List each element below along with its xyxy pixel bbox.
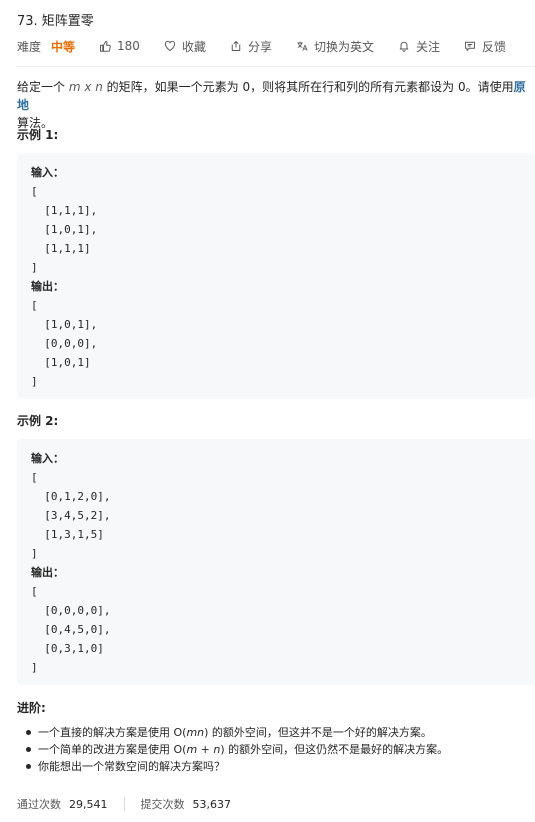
problem-meta-bar: 难度 中等 180 收藏 分享 切换为英文 关注 反馈 bbox=[17, 38, 535, 54]
advanced-list: 一个直接的解决方案是使用 O(mn) 的额外空间，但这并不是一个好的解决方案。 … bbox=[25, 724, 449, 775]
problem-page: 73. 矩阵置零 难度 中等 180 收藏 分享 切换为英文 关注 反馈 给定一… bbox=[0, 0, 535, 822]
list-item: 你能想出一个常数空间的解决方案吗？ bbox=[25, 758, 448, 775]
submitted-label: 提交次数 bbox=[140, 798, 185, 811]
problem-description: 给定一个 m x n 的矩阵，如果一个元素为 0，则将其所在行和列的所有元素都设… bbox=[17, 78, 527, 132]
problem-title: 73. 矩阵置零 bbox=[17, 14, 94, 29]
code-line: ] bbox=[31, 547, 38, 560]
input-label: 输入： bbox=[31, 452, 64, 465]
list-text: + bbox=[197, 743, 214, 756]
code-line: [1,1,1], bbox=[31, 204, 98, 217]
list-text: 一个简单的改进方案是使用 O( bbox=[38, 743, 187, 756]
feedback-label: 反馈 bbox=[482, 39, 507, 54]
accepted-count: 29,541 bbox=[69, 797, 108, 811]
difficulty-badge: 中等 bbox=[51, 39, 76, 54]
example-2-code: 输入： [ [0,1,2,0], [3,4,5,2], [1,3,1,5] ] … bbox=[17, 439, 535, 685]
output-label: 输出： bbox=[31, 566, 64, 579]
code-line: [3,4,5,2], bbox=[31, 509, 111, 522]
list-text: m bbox=[186, 743, 198, 756]
code-line: [0,3,1,0] bbox=[31, 642, 104, 655]
like-count: 180 bbox=[117, 39, 140, 53]
share-icon bbox=[231, 41, 241, 51]
code-line: ] bbox=[31, 261, 38, 274]
description-text: 的矩阵，如果一个元素为 0，则将其所在行和列的所有元素都设为 0。请使用 bbox=[102, 80, 514, 94]
code-line: ] bbox=[31, 661, 38, 674]
accepted-label: 通过次数 bbox=[17, 798, 61, 811]
code-line: [ bbox=[31, 585, 38, 598]
favorite-label: 收藏 bbox=[181, 39, 206, 54]
example-1-heading: 示例 1: bbox=[17, 128, 59, 142]
list-item: 一个直接的解决方案是使用 O(mn) 的额外空间，但这并不是一个好的解决方案。 bbox=[25, 724, 448, 741]
example-1-code: 输入： [ [1,1,1], [1,0,1], [1,1,1] ] 输出： [ … bbox=[17, 153, 535, 399]
code-line: [0,4,5,0], bbox=[31, 623, 111, 636]
code-line: [1,3,1,5] bbox=[31, 528, 104, 541]
input-label: 输入： bbox=[31, 166, 64, 179]
list-text: ) 的额外空间，但这并不是一个好的解决方案。 bbox=[204, 726, 432, 739]
heart-icon bbox=[164, 40, 175, 51]
code-line: [ bbox=[31, 299, 38, 312]
submission-stats: 通过次数 29,541 提交次数 53,637 bbox=[17, 796, 231, 812]
code-line: [1,0,1] bbox=[31, 356, 91, 369]
output-label: 输出： bbox=[31, 280, 64, 293]
code-line: [1,1,1] bbox=[31, 242, 91, 255]
list-item: 一个简单的改进方案是使用 O(m + n) 的额外空间，但这仍然不是最好的解决方… bbox=[25, 741, 449, 758]
translate-label: 切换为英文 bbox=[313, 39, 374, 54]
example-2-heading: 示例 2: bbox=[17, 414, 59, 428]
list-text: mn bbox=[186, 726, 205, 739]
difficulty-label: 难度 bbox=[17, 39, 42, 54]
list-text: 你能想出一个常数空间的解决方案吗？ bbox=[38, 760, 225, 773]
translate-icon bbox=[297, 41, 308, 51]
description-text: 给定一个 bbox=[17, 80, 69, 94]
follow-button[interactable]: 关注 bbox=[398, 38, 440, 55]
code-line: [0,0,0,0], bbox=[31, 604, 111, 617]
list-text: ) 的额外空间，但这仍然不是最好的解决方案。 bbox=[220, 743, 449, 756]
code-line: [ bbox=[31, 185, 38, 198]
advanced-heading: 进阶: bbox=[17, 701, 46, 715]
code-line: [1,0,1], bbox=[31, 318, 98, 331]
favorite-button[interactable]: 收藏 bbox=[164, 38, 206, 55]
list-text: 一个直接的解决方案是使用 O( bbox=[38, 726, 187, 739]
like-button[interactable]: 180 bbox=[99, 39, 140, 53]
header-divider bbox=[17, 66, 535, 67]
feedback-button[interactable]: 反馈 bbox=[464, 38, 506, 55]
submitted-count: 53,637 bbox=[192, 797, 232, 811]
follow-label: 关注 bbox=[415, 39, 440, 54]
matrix-dims: m x n bbox=[68, 80, 103, 94]
stats-divider bbox=[123, 797, 125, 811]
translate-button[interactable]: 切换为英文 bbox=[296, 38, 374, 55]
code-line: [0,1,2,0], bbox=[31, 490, 111, 503]
share-button[interactable]: 分享 bbox=[230, 38, 272, 55]
code-line: ] bbox=[31, 375, 38, 388]
bell-icon bbox=[399, 41, 409, 52]
share-label: 分享 bbox=[247, 39, 272, 54]
feedback-icon bbox=[465, 41, 475, 51]
code-line: [ bbox=[31, 471, 38, 484]
code-line: [0,0,0], bbox=[31, 337, 98, 350]
thumbs-up-icon bbox=[100, 41, 111, 52]
code-line: [1,0,1], bbox=[31, 223, 98, 236]
